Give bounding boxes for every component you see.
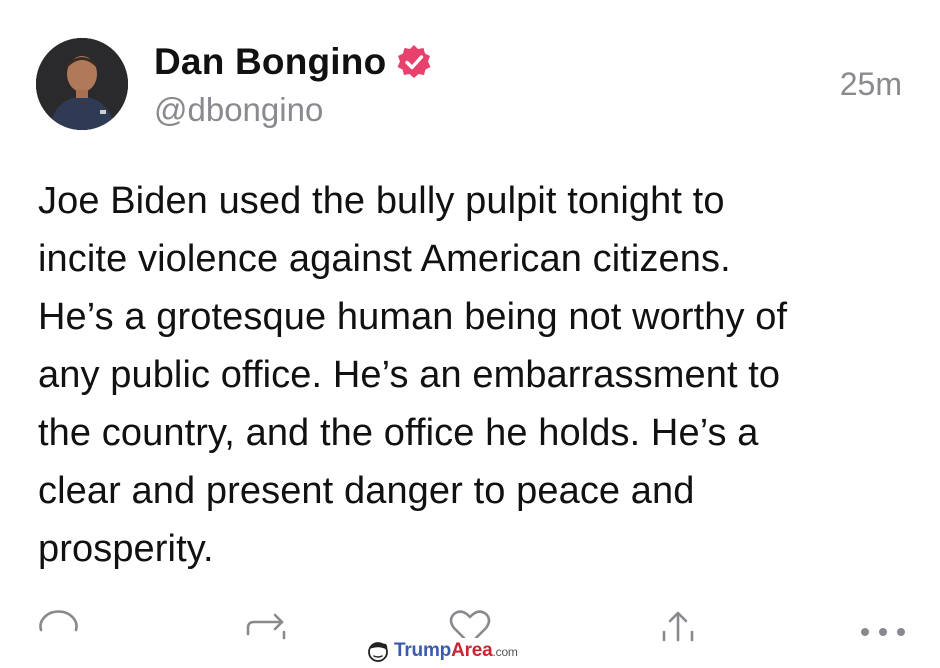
watermark-text: TrumpArea.com	[394, 640, 518, 662]
share-icon[interactable]	[656, 608, 700, 648]
post-card: Dan Bongino @dbongino 25m Joe Biden used…	[0, 0, 940, 665]
more-icon[interactable]	[858, 622, 908, 642]
reply-icon[interactable]	[38, 608, 82, 648]
watermark-tld: .com	[492, 645, 518, 659]
avatar[interactable]	[36, 38, 128, 130]
post-body-text: Joe Biden used the bully pulpit tonight …	[38, 180, 788, 570]
author-handle[interactable]: @dbongino	[154, 90, 323, 130]
trump-face-logo-icon	[366, 639, 390, 663]
repost-icon[interactable]	[244, 608, 288, 648]
trumparea-watermark: TrumpArea.com	[362, 638, 522, 664]
author-display-name[interactable]: Dan Bongino	[154, 40, 386, 84]
post-timestamp: 25m	[839, 66, 902, 102]
watermark-part1: Trump	[394, 640, 452, 661]
verified-badge-icon	[395, 43, 433, 81]
avatar-image	[36, 38, 128, 130]
author-row: Dan Bongino	[154, 40, 433, 84]
watermark-part2: Area	[451, 640, 493, 661]
